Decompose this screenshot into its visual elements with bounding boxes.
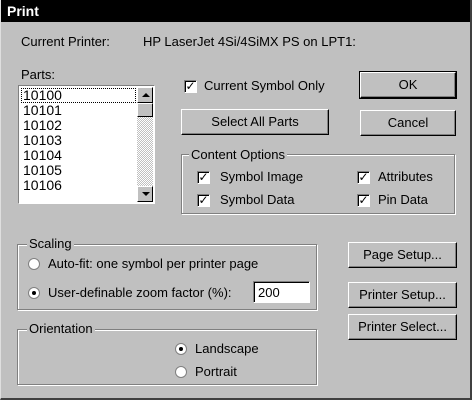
list-item[interactable]: 10104 [21, 148, 136, 163]
title-bar[interactable]: Print [1, 0, 470, 22]
print-dialog: Print Current Printer: HP LaserJet 4Si/4… [0, 0, 472, 400]
list-item[interactable]: 10105 [21, 163, 136, 178]
landscape-label[interactable]: Landscape [195, 341, 259, 356]
symbol-data-checkbox[interactable]: ✓ [197, 194, 210, 207]
radio-selected-dot [32, 291, 36, 295]
parts-label: Parts: [21, 67, 55, 82]
content-options-title: Content Options [189, 147, 287, 162]
orientation-group [17, 329, 317, 385]
ok-button[interactable]: OK [359, 71, 457, 99]
attributes-checkbox[interactable]: ✓ [357, 171, 370, 184]
current-symbol-only-label[interactable]: Current Symbol Only [204, 78, 325, 93]
user-zoom-radio[interactable] [28, 287, 40, 299]
list-item[interactable]: 10103 [21, 133, 136, 148]
parts-listbox[interactable]: 10100 10101 10102 10103 10104 10105 10106 [18, 85, 155, 204]
page-setup-button[interactable]: Page Setup... [348, 242, 457, 268]
printer-select-button[interactable]: Printer Select... [348, 314, 457, 340]
portrait-label[interactable]: Portrait [195, 364, 237, 379]
list-item[interactable]: 10102 [21, 118, 136, 133]
select-all-parts-button[interactable]: Select All Parts [181, 109, 329, 135]
list-item[interactable]: 10106 [21, 178, 136, 193]
symbol-data-label[interactable]: Symbol Data [220, 192, 294, 207]
radio-selected-dot [179, 347, 183, 351]
list-item[interactable]: 10101 [21, 103, 136, 118]
zoom-factor-input[interactable] [253, 281, 310, 303]
current-symbol-only-checkbox[interactable]: ✓ [184, 80, 197, 93]
window-title: Print [7, 3, 39, 19]
pin-data-checkbox[interactable]: ✓ [357, 194, 370, 207]
symbol-image-label[interactable]: Symbol Image [220, 169, 303, 184]
scroll-down-button[interactable] [137, 186, 153, 202]
printer-setup-button[interactable]: Printer Setup... [348, 282, 457, 308]
arrow-down-icon [142, 192, 150, 196]
orientation-title: Orientation [27, 321, 95, 336]
portrait-radio[interactable] [175, 366, 187, 378]
current-printer-label: Current Printer: [21, 34, 110, 49]
arrow-up-icon [142, 93, 150, 97]
parts-list: 10100 10101 10102 10103 10104 10105 10106 [21, 88, 136, 193]
user-zoom-label[interactable]: User-definable zoom factor (%): [48, 285, 232, 300]
scaling-title: Scaling [27, 236, 74, 251]
auto-fit-label[interactable]: Auto-fit: one symbol per printer page [48, 256, 258, 271]
parts-scrollbar[interactable] [137, 87, 153, 202]
list-item[interactable]: 10100 [21, 88, 136, 103]
attributes-label[interactable]: Attributes [378, 169, 433, 184]
landscape-radio[interactable] [175, 343, 187, 355]
scroll-up-button[interactable] [137, 87, 153, 103]
pin-data-label[interactable]: Pin Data [378, 192, 428, 207]
symbol-image-checkbox[interactable]: ✓ [197, 171, 210, 184]
cancel-button[interactable]: Cancel [360, 110, 456, 136]
current-printer-name: HP LaserJet 4Si/4SiMX PS on LPT1: [143, 34, 356, 49]
scroll-thumb[interactable] [137, 103, 153, 117]
auto-fit-radio[interactable] [28, 258, 40, 270]
